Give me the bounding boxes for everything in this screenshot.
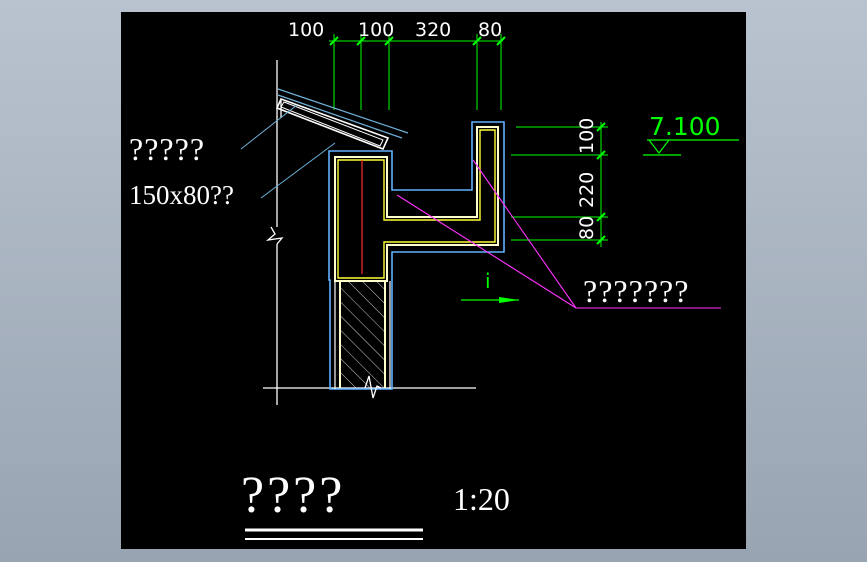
right-dimension-3: 80 [576, 216, 598, 240]
right-dimension-2: 220 [576, 172, 598, 208]
gutter-profile [334, 126, 499, 282]
elevation-value: 7.100 [649, 112, 721, 141]
top-dimension-1: 100 [288, 19, 324, 41]
roof-tiles [275, 88, 409, 151]
right-dimension-1: 100 [576, 118, 598, 154]
section-arrow [461, 297, 519, 303]
section-mark-label: i [485, 269, 491, 293]
section-drawing: 100 100 320 80 100 220 80 7.100 i ????? … [129, 19, 739, 540]
elevation-marker [643, 139, 739, 156]
top-dimension-4: 80 [478, 19, 502, 41]
leader-tile [240, 104, 336, 199]
tile-label: ????? [129, 131, 205, 167]
masonry-wall [334, 281, 391, 399]
drawing-title: ???? [241, 467, 345, 524]
cad-viewport[interactable]: 100 100 320 80 100 220 80 7.100 i ????? … [121, 12, 746, 549]
top-dimension-chain [329, 34, 506, 110]
title-underline [245, 528, 423, 540]
top-dimension-3: 320 [415, 19, 451, 41]
top-dimension-2: 100 [358, 19, 394, 41]
drawing-scale: 1:20 [453, 481, 510, 517]
gutter-label: ??????? [583, 273, 689, 309]
member-label: 150x80?? [129, 180, 234, 210]
